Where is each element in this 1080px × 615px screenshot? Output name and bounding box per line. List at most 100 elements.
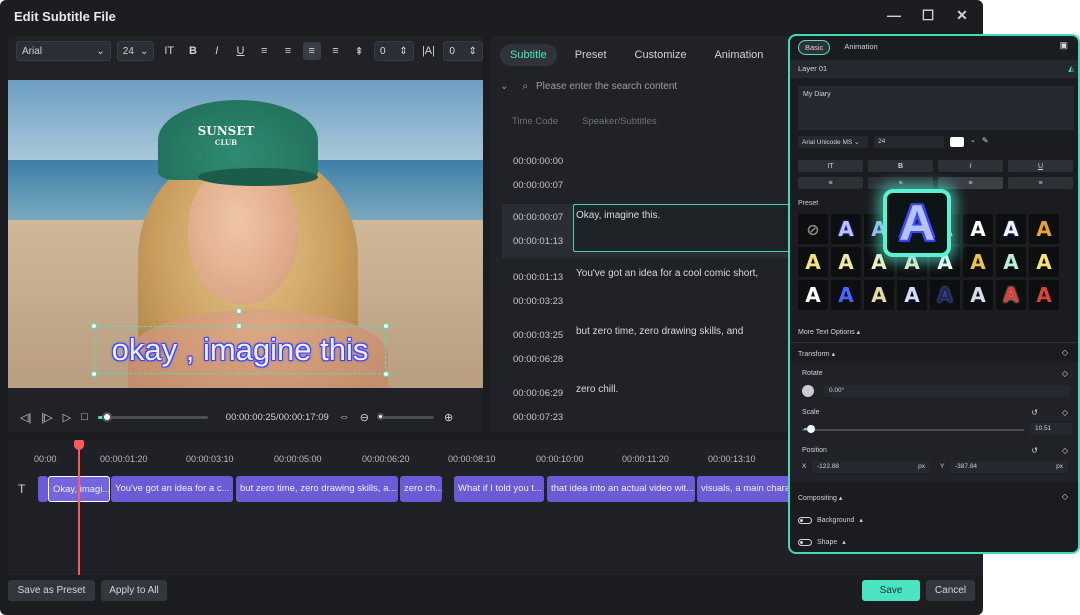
italic-icon[interactable]: I	[208, 42, 226, 60]
subtitle-overlay[interactable]: okay , imagine this	[94, 332, 386, 368]
align-right-icon[interactable]: ≡	[279, 42, 297, 60]
preset-item[interactable]: A	[996, 214, 1026, 244]
preset-item[interactable]: A	[798, 280, 828, 310]
playback-progress[interactable]	[97, 411, 208, 422]
reset-icon[interactable]: ↺	[1031, 408, 1038, 417]
fit-icon[interactable]: ⇔	[339, 411, 350, 423]
tab-preset[interactable]: Preset	[565, 44, 617, 66]
resize-handle[interactable]	[236, 323, 242, 329]
font-select[interactable]: Arial ⌄	[16, 41, 111, 61]
table-row[interactable]: 00:00:00:07 00:00:01:13 Okay, imagine th…	[502, 204, 790, 258]
preset-item[interactable]: A	[930, 280, 960, 310]
tab-subtitle[interactable]: Subtitle	[500, 44, 557, 66]
rotate-field[interactable]: 0.00°	[824, 385, 1070, 397]
preset-item[interactable]: A	[963, 214, 993, 244]
zoom-in-icon[interactable]: ⊕	[444, 411, 453, 424]
close-icon[interactable]: ✕	[951, 4, 973, 26]
spacing-stepper[interactable]: 0 ⇕	[374, 41, 414, 61]
preset-item[interactable]: A	[963, 280, 993, 310]
scale-field[interactable]: 10.51	[1030, 423, 1072, 435]
text-size-icon[interactable]: IT	[160, 42, 178, 60]
preset-item[interactable]: A	[1029, 214, 1059, 244]
reset-icon[interactable]: ↺	[1031, 446, 1038, 455]
align-right-button[interactable]: ≡	[938, 177, 1003, 189]
preset-item[interactable]: A	[1029, 280, 1059, 310]
resize-handle[interactable]	[91, 323, 97, 329]
layer-row[interactable]: Layer 01 ◭	[790, 60, 1078, 78]
background-toggle[interactable]	[798, 516, 812, 524]
save-as-preset-button[interactable]: Save as Preset	[8, 580, 95, 601]
preset-item[interactable]: A	[831, 247, 861, 277]
compositing-label[interactable]: Compositing ▴	[798, 494, 842, 502]
underline-icon[interactable]: U	[232, 42, 250, 60]
tab-customize[interactable]: Customize	[625, 44, 697, 66]
rotate-dial[interactable]	[802, 385, 814, 397]
play-icon[interactable]: ▷	[63, 411, 71, 424]
preset-item[interactable]: A	[831, 214, 861, 244]
font-select[interactable]: Arial Unicode MS ⌄	[798, 136, 868, 148]
tab-basic[interactable]: Basic	[798, 40, 831, 55]
size-select[interactable]: 24	[874, 136, 944, 148]
preset-item[interactable]: A	[831, 280, 861, 310]
align-center-icon[interactable]: ≡	[302, 42, 321, 60]
next-frame-icon[interactable]: |▷	[41, 411, 52, 424]
tab-animation[interactable]: Animation	[704, 44, 773, 66]
align-justify-icon[interactable]: ≡	[327, 42, 345, 60]
line-height-stepper[interactable]: 0 ⇕	[443, 41, 483, 61]
eyedropper-icon[interactable]: ✎	[982, 136, 989, 148]
size-select[interactable]: 24 ⌄	[116, 41, 155, 61]
video-preview[interactable]: SUNSET CLUB okay , imagine this	[8, 80, 483, 388]
align-center-button[interactable]: ≡	[868, 177, 933, 189]
subtitle-clip[interactable]: but zero time, zero drawing skills, a...	[236, 476, 398, 502]
zoom-knob[interactable]	[377, 412, 385, 420]
underline-button[interactable]: U	[1008, 160, 1073, 172]
save-button[interactable]: Save	[862, 580, 920, 601]
keyframe-icon[interactable]: ◇	[1062, 408, 1068, 417]
table-row[interactable]: 00:00:06:29 00:00:07:23 zero chill.	[502, 376, 790, 430]
cancel-button[interactable]: Cancel	[926, 580, 975, 601]
resize-handle[interactable]	[91, 371, 97, 377]
color-swatch[interactable]	[950, 137, 964, 147]
stop-icon[interactable]: □	[81, 411, 88, 423]
maximize-icon[interactable]: ☐	[917, 4, 939, 26]
align-justify-button[interactable]: ≡	[1008, 177, 1073, 189]
fill-icon[interactable]: ◭	[1068, 64, 1074, 73]
progress-knob[interactable]	[101, 411, 112, 422]
subtitle-clip[interactable]: that idea into an actual video wit...	[547, 476, 695, 502]
preset-item[interactable]: A	[996, 247, 1026, 277]
subtitle-clip[interactable]: What if I told you t...	[454, 476, 544, 502]
preset-item[interactable]: A	[996, 280, 1026, 310]
subtitle-clip[interactable]: visuals, a main chara	[697, 476, 793, 502]
italic-button[interactable]: I	[938, 160, 1003, 172]
tab-animation[interactable]: Animation	[838, 40, 883, 55]
resize-handle[interactable]	[383, 323, 389, 329]
chevron-down-icon[interactable]: ⌄	[970, 136, 976, 148]
align-left-button[interactable]: ≡	[798, 177, 863, 189]
selected-preset-highlight[interactable]: A	[883, 189, 951, 257]
position-y-field[interactable]: -387.84 px	[950, 461, 1068, 473]
bold-icon[interactable]: B	[184, 42, 202, 60]
table-row[interactable]: 00:00:03:25 00:00:06:28 but zero time, z…	[502, 318, 790, 372]
resize-handle[interactable]	[383, 371, 389, 377]
bold-button[interactable]: B	[868, 160, 933, 172]
save-icon[interactable]: ▣	[1059, 40, 1068, 51]
subtitle-clip[interactable]: zero ch...	[400, 476, 442, 502]
table-row[interactable]: 00:00:01:13 00:00:03:23 You've got an id…	[502, 260, 790, 314]
minimize-icon[interactable]: —	[883, 4, 905, 26]
no-preset-icon[interactable]: ⊘	[798, 214, 828, 244]
scale-knob[interactable]	[807, 425, 815, 433]
subtitle-clip[interactable]: You've got an idea for a c...	[111, 476, 233, 502]
zoom-slider[interactable]	[377, 412, 435, 420]
line-spacing-icon[interactable]: ⇞	[350, 42, 368, 60]
text-input[interactable]: My Diary	[798, 86, 1074, 130]
char-spacing-icon[interactable]: |A|	[420, 42, 438, 60]
preset-item[interactable]: A	[963, 247, 993, 277]
subtitle-text[interactable]: Okay, imagine this.	[576, 210, 660, 221]
subtitle-clip[interactable]	[38, 476, 48, 502]
preset-item[interactable]: A	[897, 280, 927, 310]
position-x-field[interactable]: -122.88 px	[812, 461, 930, 473]
preset-item[interactable]: A	[798, 247, 828, 277]
apply-to-all-button[interactable]: Apply to All	[101, 580, 167, 601]
keyframe-icon[interactable]: ◇	[1062, 369, 1068, 378]
text-size-button[interactable]: IT	[798, 160, 863, 172]
